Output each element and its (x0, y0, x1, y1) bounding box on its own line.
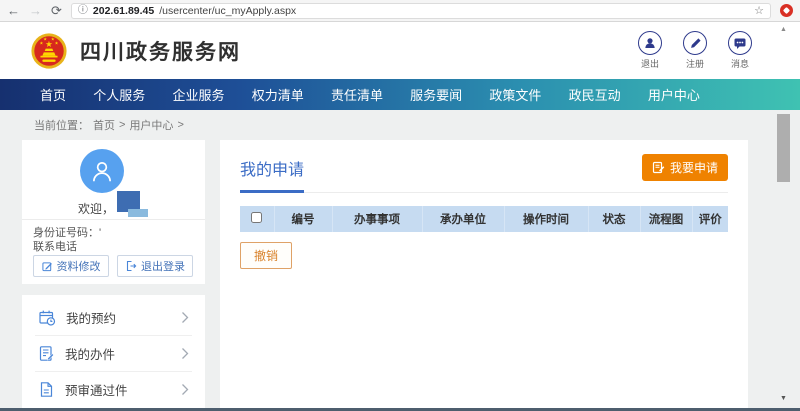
revoke-button[interactable]: 撤销 (240, 242, 292, 269)
bookmark-star-icon[interactable]: ☆ (754, 4, 764, 17)
logout-icon (125, 260, 137, 272)
browser-forward-button[interactable]: → (29, 4, 42, 17)
table-column-header: 办事事项 (332, 206, 422, 232)
page-title: 我的申请 (240, 156, 304, 180)
sidebar-item-my-cases[interactable]: 我的办件 (35, 336, 192, 372)
redaction-box (128, 209, 148, 217)
breadcrumb-separator: > (177, 119, 183, 131)
left-column: 欢迎， 身份证号码：' 联系电话 资料修改 (22, 140, 205, 408)
edit-icon (42, 261, 53, 272)
header-actions: 退出 注册 (634, 31, 756, 70)
user-avatar (80, 149, 124, 193)
table-column-header: 编号 (274, 206, 332, 232)
document-edit-icon (38, 345, 55, 362)
webpage: ★ ★ ★ ★ ★ 四川政务服务网 (0, 22, 800, 408)
chevron-right-icon (181, 347, 189, 360)
welcome-text: 欢迎， (78, 200, 114, 217)
browser-reload-button[interactable]: ⟳ (51, 4, 62, 17)
scrollbar-up-arrow[interactable]: ▲ (776, 24, 791, 36)
breadcrumb-usercenter-link[interactable]: 用户中心 (129, 117, 173, 133)
nav-item[interactable]: 责任清单 (331, 85, 383, 104)
select-all-header (240, 206, 274, 232)
table-column-header: 评价 (692, 206, 728, 232)
select-all-checkbox[interactable] (251, 212, 262, 223)
sidebar-item-my-appointments[interactable]: 我的预约 (35, 300, 192, 336)
page-info-icon[interactable]: ⓘ (78, 6, 88, 16)
user-icon (638, 31, 662, 55)
site-header: ★ ★ ★ ★ ★ 四川政务服务网 (0, 22, 800, 79)
svg-text:★: ★ (55, 40, 59, 45)
nav-item[interactable]: 服务要闻 (410, 85, 462, 104)
sidebar-menu: 我的预约 我的办件 (22, 295, 205, 408)
content-area: 欢迎， 身份证号码：' 联系电话 资料修改 (0, 140, 800, 408)
apply-button[interactable]: 我要申请 (642, 154, 728, 181)
sidebar-item-preapproved[interactable]: 预审通过件 (35, 372, 192, 407)
title-underline (240, 192, 728, 193)
nav-item[interactable]: 企业服务 (172, 85, 224, 104)
browser-toolbar: ← → ⟳ ⓘ 202.61.89.45 /usercenter/uc_myAp… (0, 0, 800, 22)
messages-button[interactable]: 消息 (724, 31, 756, 70)
nav-item[interactable]: 政民互动 (569, 85, 621, 104)
nav-item[interactable]: 政策文件 (489, 85, 541, 104)
breadcrumb-home-link[interactable]: 首页 (93, 117, 115, 133)
site-title: 四川政务服务网 (80, 36, 241, 66)
url-path: /usercenter/uc_myApply.aspx (159, 5, 296, 17)
scrollbar-down-arrow[interactable]: ▼ (776, 393, 791, 405)
logout-session-button[interactable]: 退出登录 (117, 255, 193, 277)
breadcrumb-separator: > (119, 119, 125, 131)
national-emblem-logo: ★ ★ ★ ★ ★ (30, 32, 68, 70)
table-column-header: 流程图 (640, 206, 692, 232)
document-icon (38, 381, 55, 398)
table-column-header: 操作时间 (504, 206, 588, 232)
my-applications-panel: 我的申请 我要申请 (220, 140, 748, 408)
profile-panel: 欢迎， 身份证号码：' 联系电话 资料修改 (22, 140, 205, 284)
nav-item[interactable]: 个人服务 (93, 85, 145, 104)
address-bar[interactable]: ⓘ 202.61.89.45 /usercenter/uc_myApply.as… (71, 3, 771, 19)
applications-table: 编号 办事事项 承办单位 操作时间 状态 流程图 (240, 206, 728, 232)
divider (22, 219, 205, 220)
breadcrumb: 当前位置： 首页 > 用户中心 > (0, 110, 800, 140)
nav-item[interactable]: 首页 (40, 85, 66, 104)
scrollbar-thumb[interactable] (777, 114, 790, 182)
browser-back-button[interactable]: ← (7, 4, 20, 17)
table-column-header: 状态 (588, 206, 640, 232)
table-column-header: 承办单位 (422, 206, 504, 232)
profile-buttons: 资料修改 退出登录 (33, 255, 193, 277)
browser-extension-icon[interactable] (780, 4, 793, 17)
pencil-icon (683, 31, 707, 55)
logout-button[interactable]: 退出 (634, 31, 666, 70)
apply-doc-icon (652, 161, 665, 174)
main-nav: 首页 个人服务 企业服务 权力清单 责任清单 服务要闻 政策文件 政民互动 用户… (0, 79, 800, 110)
url-host: 202.61.89.45 (93, 5, 154, 17)
nav-item[interactable]: 用户中心 (648, 85, 700, 104)
edit-profile-button[interactable]: 资料修改 (33, 255, 109, 277)
chevron-right-icon (181, 311, 189, 324)
message-icon (728, 31, 752, 55)
phone-label: 联系电话 (33, 238, 77, 254)
register-button[interactable]: 注册 (679, 31, 711, 70)
screenshot-root: ← → ⟳ ⓘ 202.61.89.45 /usercenter/uc_myAp… (0, 0, 800, 411)
nav-item[interactable]: 权力清单 (252, 85, 304, 104)
svg-text:★: ★ (43, 36, 47, 41)
calendar-clock-icon (38, 309, 56, 326)
breadcrumb-prefix: 当前位置： (34, 117, 89, 133)
chevron-right-icon (181, 383, 189, 396)
